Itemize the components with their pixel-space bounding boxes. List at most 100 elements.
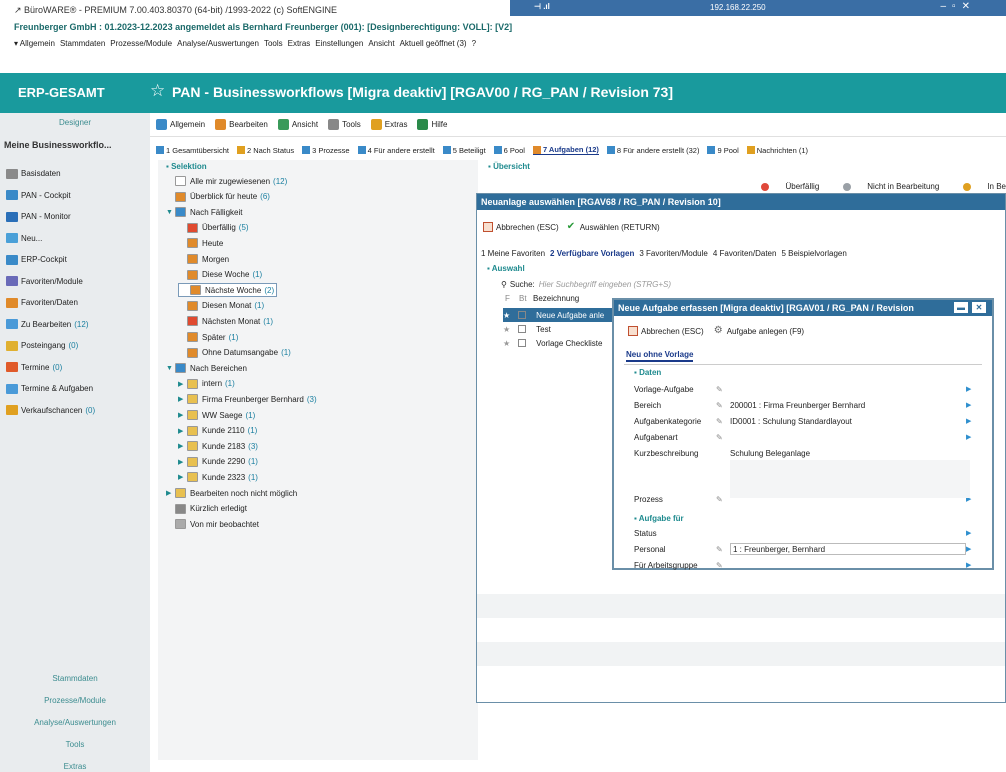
menu-item[interactable]: ? — [472, 39, 476, 48]
toolbar-button[interactable]: Bearbeiten — [215, 119, 268, 130]
tab-item[interactable]: 6 Pool — [493, 146, 525, 155]
expand-arrow-icon[interactable]: ▶ — [178, 380, 185, 388]
tab-item[interactable]: 8 Für andere erstellt (32) — [606, 146, 699, 155]
tree-node[interactable]: ▼ Nach Bereichen — [166, 361, 247, 375]
tab-neu-ohne-vorlage[interactable]: Neu ohne Vorlage — [626, 350, 694, 362]
tab-item[interactable]: 5 Beteiligt — [442, 146, 486, 155]
edit-pen-icon[interactable]: ✎ — [716, 401, 730, 410]
menu-item[interactable]: Ansicht — [368, 39, 394, 48]
create-task-button[interactable]: ⚙ Aufgabe anlegen (F9) — [714, 326, 804, 336]
star-icon[interactable]: ★ — [503, 311, 510, 320]
dropdown-arrow-icon[interactable]: ▶ — [966, 417, 974, 425]
form-field[interactable]: Für Arbeitsgruppe ✎ ▶ — [634, 558, 974, 572]
form-field[interactable]: Status ▶ — [634, 526, 974, 540]
sidebar-item[interactable]: PAN - Monitor — [6, 206, 95, 228]
form-field[interactable]: Vorlage-Aufgabe ✎ ▶ — [634, 382, 974, 396]
toolbar-button[interactable]: Hilfe — [417, 119, 447, 130]
menu-item[interactable]: Tools — [264, 39, 283, 48]
tree-node[interactable]: ▶ Kunde 2183 (3) — [178, 439, 258, 453]
toolbar-button[interactable]: Ansicht — [277, 119, 318, 130]
list-item[interactable]: ★ Vorlage Checkliste — [503, 336, 613, 350]
list-item[interactable]: ★ Test — [503, 322, 613, 336]
sidebar-section-title[interactable]: Meine Businessworkflo... — [4, 140, 112, 150]
dropdown-arrow-icon[interactable]: ▶ — [966, 529, 974, 537]
menu-item[interactable]: Einstellungen — [315, 39, 363, 48]
tab-item[interactable]: 7 Aufgaben (12) — [532, 145, 599, 155]
minimize-icon[interactable]: ▬ — [954, 302, 968, 313]
dropdown-arrow-icon[interactable]: ▶ — [966, 545, 974, 553]
menu-item[interactable]: Aktuell geöffnet (3) — [400, 39, 467, 48]
dropdown-arrow-icon[interactable]: ▶ — [966, 561, 974, 569]
sidebar-item[interactable]: Termine & Aufgaben — [6, 378, 95, 400]
menu-item[interactable]: Stammdaten — [60, 39, 105, 48]
edit-pen-icon[interactable]: ✎ — [716, 545, 730, 554]
sidebar-item[interactable]: Posteingang (0) — [6, 335, 95, 357]
list-item[interactable]: ★ Neue Aufgabe anle — [503, 308, 615, 322]
menu-item[interactable]: Extras — [288, 39, 311, 48]
edit-pen-icon[interactable]: ✎ — [716, 433, 730, 442]
tree-node[interactable]: Nächste Woche (2) — [178, 283, 278, 298]
edit-pen-icon[interactable]: ✎ — [716, 561, 730, 570]
sidebar-item[interactable]: Termine (0) — [6, 357, 95, 379]
sidebar-item[interactable]: Zu Bearbeiten (12) — [6, 314, 95, 336]
tree-node[interactable]: Überblick für heute (6) — [166, 190, 270, 204]
sidebar-item[interactable]: Neu... — [6, 228, 95, 250]
menu-item[interactable]: ▾ Allgemein — [14, 39, 55, 48]
tab-item[interactable]: Nachrichten (1) — [746, 146, 808, 155]
window-controls[interactable]: –▫✕ — [941, 1, 977, 12]
field-value[interactable]: Schulung Beleganlage — [730, 449, 966, 458]
field-value[interactable]: 1 : Freunberger, Bernhard — [730, 543, 966, 555]
sidebar-item[interactable]: Basisdaten — [6, 163, 95, 185]
dialog-tab[interactable]: 1 Meine Favoriten — [481, 249, 545, 258]
edit-pen-icon[interactable]: ✎ — [716, 495, 730, 504]
expand-arrow-icon[interactable]: ▶ — [178, 427, 185, 435]
favorite-star-icon[interactable]: ☆ — [150, 81, 165, 101]
expand-arrow-icon[interactable]: ▶ — [178, 395, 185, 403]
select-button[interactable]: ✔ Auswählen (RETURN) — [567, 222, 660, 232]
dropdown-arrow-icon[interactable]: ▶ — [966, 433, 974, 441]
toolbar-button[interactable]: Extras — [370, 119, 407, 130]
expand-arrow-icon[interactable]: ▶ — [178, 458, 185, 466]
form-field[interactable]: Bereich ✎ 200001 : Firma Freunberger Bernh… — [634, 398, 974, 412]
tree-node[interactable]: Ohne Datumsangabe (1) — [178, 346, 291, 360]
tab-item[interactable]: 3 Prozesse — [302, 146, 350, 155]
form-field[interactable]: Aufgabenart ✎ ▶ — [634, 430, 974, 444]
sidebar-item[interactable]: PAN - Cockpit — [6, 185, 95, 207]
remote-session-bar[interactable]: ⊣ .ıl 192.168.22.250 –▫✕ — [510, 0, 1006, 16]
tree-node[interactable]: Diesen Monat (1) — [178, 299, 264, 313]
expand-arrow-icon[interactable]: ▶ — [178, 411, 185, 419]
expand-arrow-icon[interactable]: ▶ — [178, 473, 185, 481]
sidebar-bottom-item[interactable]: Tools — [0, 734, 150, 756]
search-input[interactable]: Hier Suchbegriff eingeben (STRG+S) — [539, 280, 671, 289]
field-value[interactable]: ID0001 : Schulung Standardlayout — [730, 417, 966, 426]
tree-node[interactable]: ▶ Bearbeiten noch nicht möglich — [166, 486, 297, 500]
form-field[interactable]: Kurzbeschreibung Schulung Beleganlage — [634, 446, 974, 460]
sidebar-bottom-item[interactable]: Prozesse/Module — [0, 690, 150, 712]
tree-node[interactable]: Nächsten Monat (1) — [178, 314, 273, 328]
tab-item[interactable]: 1 Gesamtübersicht — [156, 146, 229, 155]
form-field[interactable]: Aufgabenkategorie ✎ ID0001 : Schulung Stan… — [634, 414, 974, 428]
dropdown-arrow-icon[interactable]: ▶ — [966, 385, 974, 393]
sidebar-bottom-item[interactable]: Extras — [0, 756, 150, 772]
tab-item[interactable]: 2 Nach Status — [236, 146, 294, 155]
star-icon[interactable]: ★ — [503, 325, 510, 334]
star-icon[interactable]: ★ — [503, 339, 510, 348]
tree-node[interactable]: Morgen — [178, 252, 229, 266]
tree-node[interactable]: Kürzlich erledigt — [166, 502, 247, 516]
dialog-title[interactable]: Neuanlage auswählen [RGAV68 / RG_PAN / R… — [477, 194, 1005, 210]
dropdown-arrow-icon[interactable]: ▶ — [966, 401, 974, 409]
cancel-button[interactable]: Abbrechen (ESC) — [483, 222, 559, 232]
sidebar-bottom-item[interactable]: Stammdaten — [0, 668, 150, 690]
kurzbeschreibung-textarea[interactable] — [730, 460, 970, 498]
erp-label[interactable]: ERP-GESAMT — [18, 85, 105, 100]
edit-pen-icon[interactable]: ✎ — [716, 417, 730, 426]
tree-node[interactable]: ▶ Firma Freunberger Bernhard (3) — [178, 392, 317, 406]
toolbar-button[interactable]: Tools — [328, 119, 361, 130]
expand-arrow-icon[interactable]: ▼ — [166, 209, 173, 216]
menu-item[interactable]: Prozesse/Module — [110, 39, 172, 48]
expand-arrow-icon[interactable]: ▼ — [166, 365, 173, 372]
dialog-tab[interactable]: 2 Verfügbare Vorlagen — [550, 249, 634, 258]
sidebar-item[interactable]: Favoriten/Daten — [6, 292, 95, 314]
tree-node[interactable]: ▶ WW Saege (1) — [178, 408, 255, 422]
tree-node[interactable]: Von mir beobachtet — [166, 517, 259, 531]
